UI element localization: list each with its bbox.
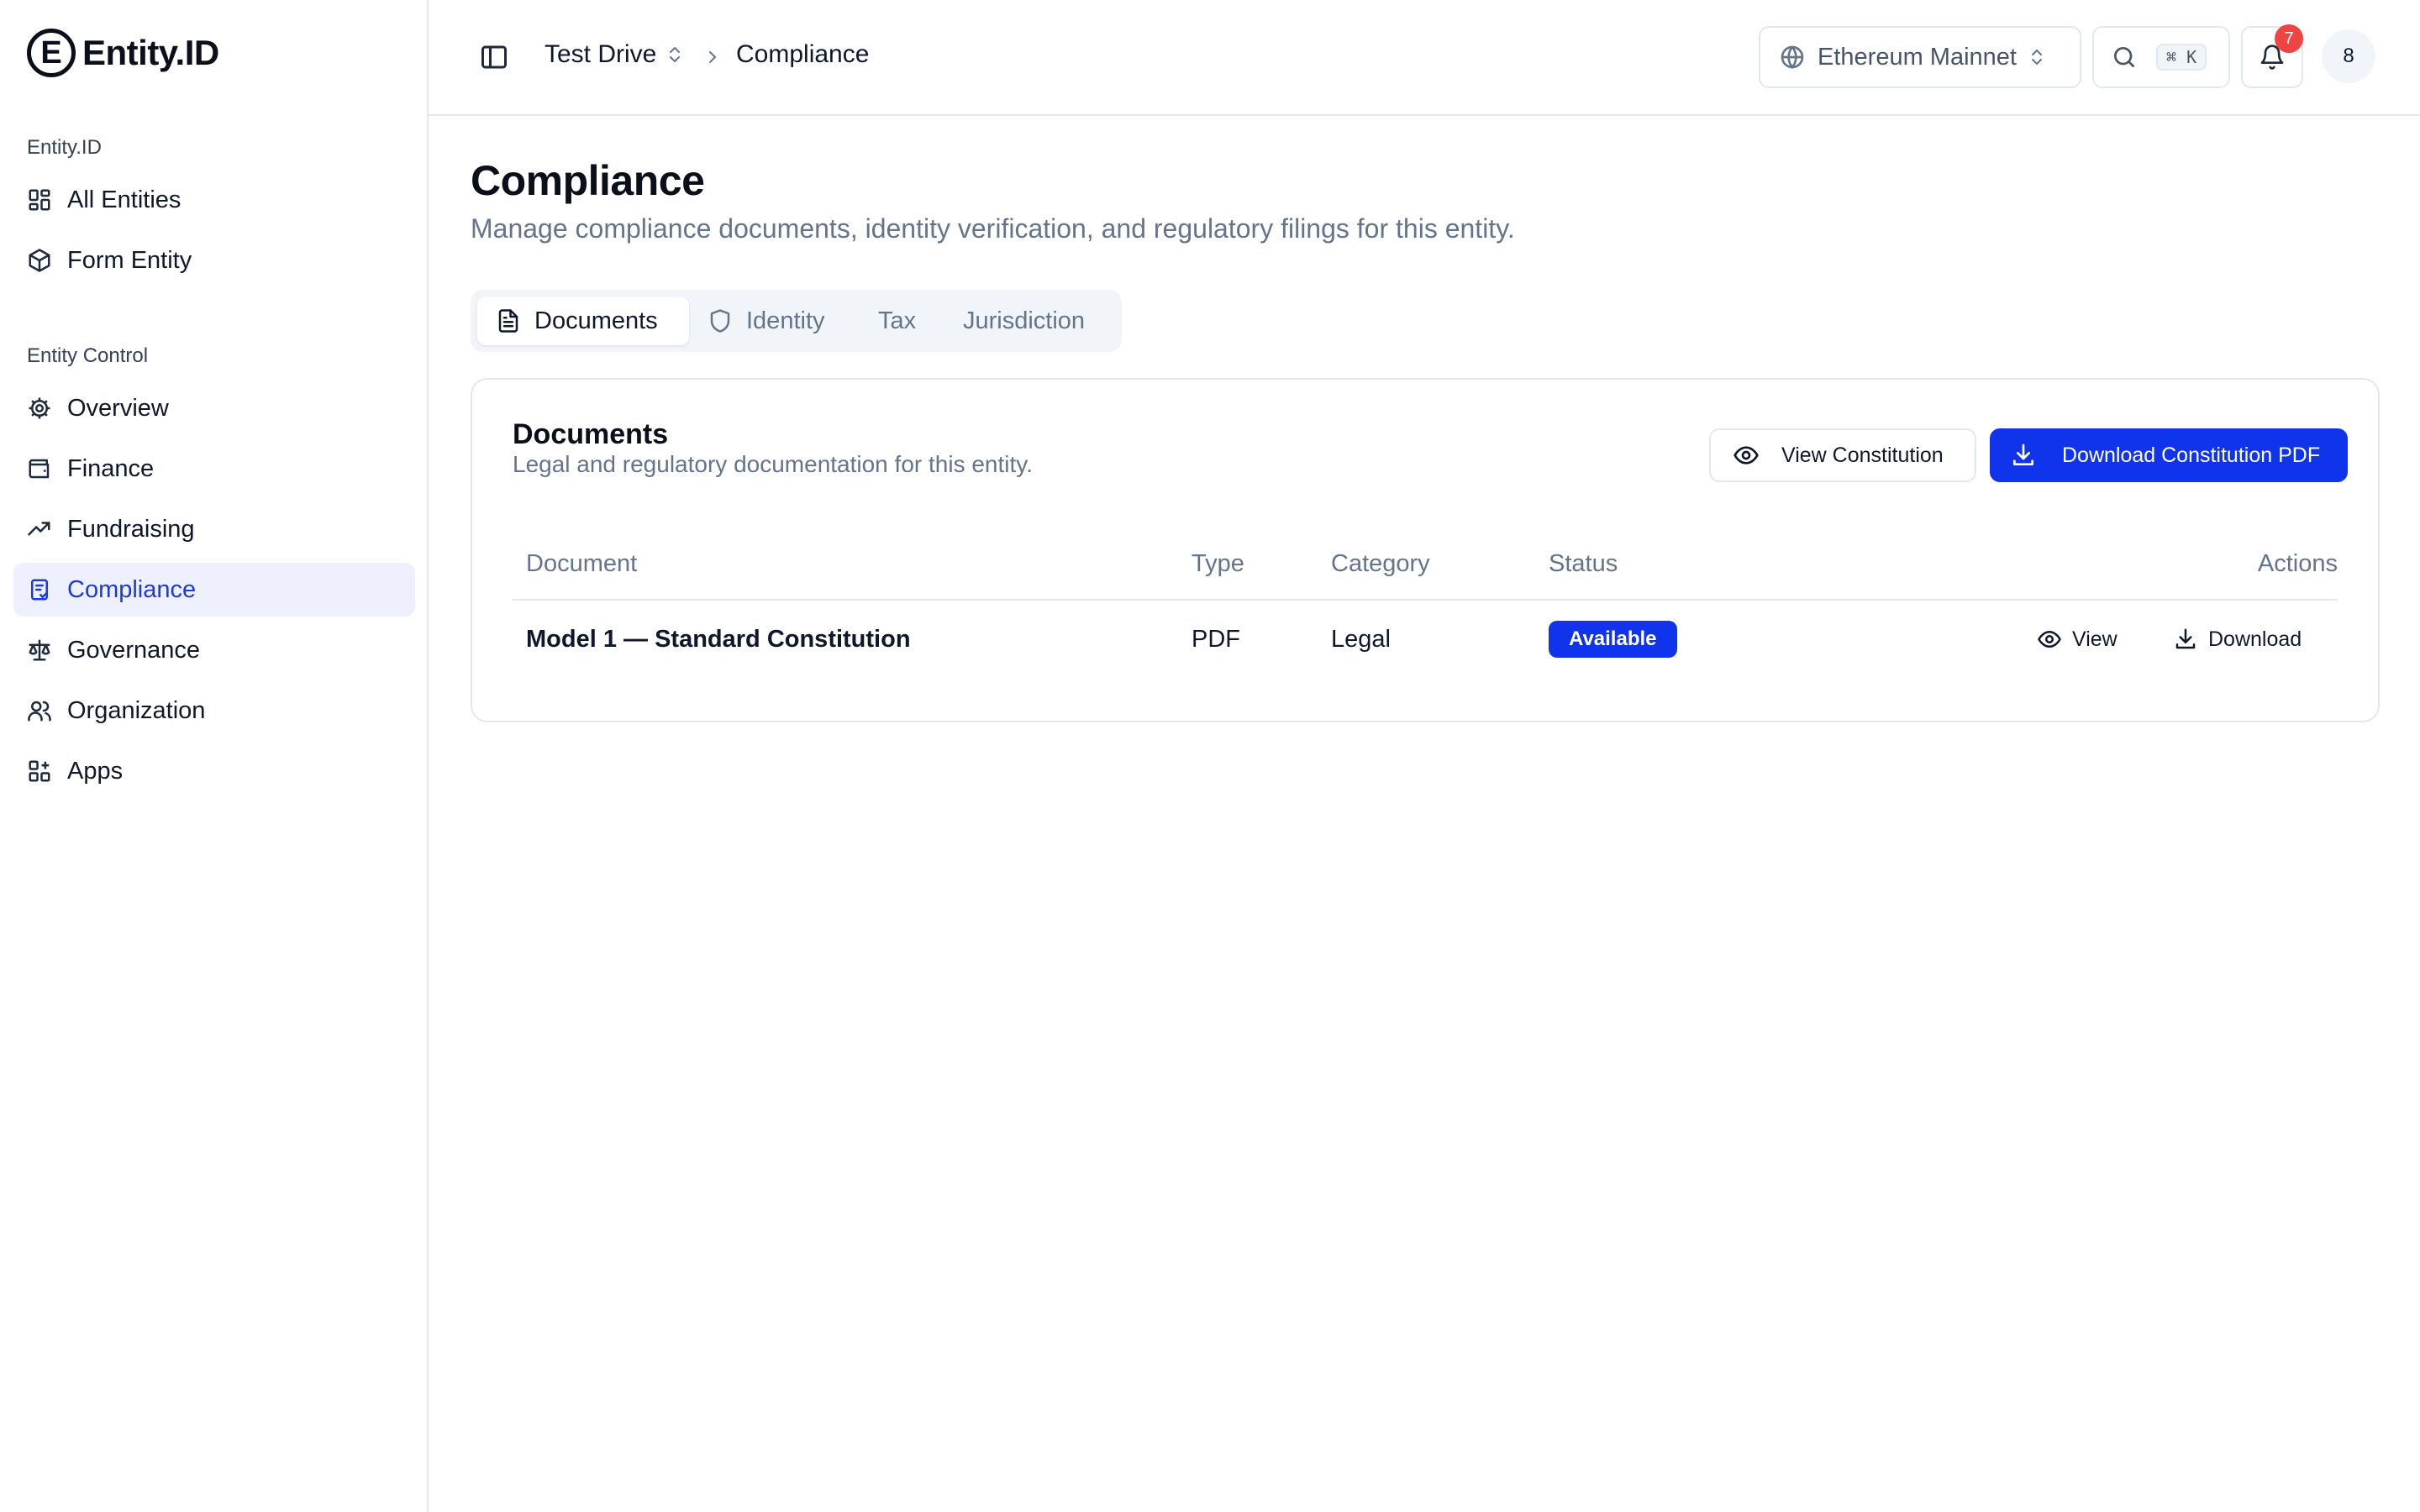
notifications-button[interactable]: 7 bbox=[2241, 24, 2303, 88]
sidebar-nav-entity-id: All Entities Form Entity bbox=[13, 173, 415, 294]
top-bar: Test Drive Compliance Ethereum Mainnet ⌘… bbox=[429, 0, 2420, 116]
download-icon bbox=[2010, 442, 2037, 469]
cube-icon bbox=[27, 248, 52, 273]
button-label: View bbox=[2072, 627, 2118, 651]
table-header-divider bbox=[513, 599, 2338, 601]
row-download-button[interactable]: Download bbox=[2173, 619, 2302, 659]
sidebar-item-fundraising[interactable]: Fundraising bbox=[13, 502, 415, 556]
eye-icon bbox=[2037, 627, 2062, 652]
card-title: Documents bbox=[513, 418, 669, 450]
trending-up-icon bbox=[27, 517, 52, 542]
breadcrumb-entity-label: Test Drive bbox=[544, 40, 657, 68]
documents-card: Documents Legal and regulatory documenta… bbox=[471, 378, 2380, 722]
file-text-icon bbox=[496, 308, 521, 333]
sidebar-item-form-entity[interactable]: Form Entity bbox=[13, 234, 415, 287]
button-label: Download bbox=[2208, 627, 2302, 651]
download-constitution-pdf-button[interactable]: Download Constitution PDF bbox=[1990, 428, 2348, 482]
sidebar-item-organization[interactable]: Organization bbox=[13, 684, 415, 738]
cell-category: Legal bbox=[1331, 626, 1391, 653]
sidebar-item-label: All Entities bbox=[67, 186, 182, 213]
sidebar-nav-entity-control: Overview Finance Fundraising Compliance bbox=[13, 381, 415, 805]
sidebar-item-overview[interactable]: Overview bbox=[13, 381, 415, 435]
column-header-status: Status bbox=[1549, 550, 1618, 577]
app-root: E Entity.ID Entity.ID All Entities Form … bbox=[0, 0, 2420, 1512]
chevron-up-down-icon bbox=[665, 43, 685, 66]
column-header-category: Category bbox=[1331, 550, 1430, 577]
logo-text: Entity.ID bbox=[82, 33, 219, 72]
grid-icon bbox=[27, 187, 52, 213]
breadcrumb-entity-switcher[interactable]: Test Drive bbox=[544, 40, 685, 69]
search-icon bbox=[2111, 44, 2138, 71]
sidebar-item-label: Form Entity bbox=[67, 246, 192, 274]
gear-icon bbox=[27, 396, 52, 421]
main-content: Test Drive Compliance Ethereum Mainnet ⌘… bbox=[429, 0, 2420, 1512]
wallet-icon bbox=[27, 456, 52, 481]
search-button[interactable]: ⌘ K bbox=[2092, 26, 2230, 88]
users-icon bbox=[27, 698, 52, 723]
button-label: Download Constitution PDF bbox=[2062, 443, 2321, 467]
eye-icon bbox=[1733, 442, 1760, 469]
clipboard-check-icon bbox=[27, 577, 52, 602]
tab-tax[interactable]: Tax bbox=[878, 297, 916, 345]
sidebar-item-label: Finance bbox=[67, 454, 155, 482]
tab-label: Documents bbox=[534, 307, 658, 334]
shield-icon bbox=[708, 308, 733, 333]
sidebar-item-label: Overview bbox=[67, 394, 169, 422]
logo[interactable]: E Entity.ID bbox=[27, 29, 219, 77]
tab-label: Tax bbox=[878, 307, 917, 334]
sidebar-item-label: Compliance bbox=[67, 575, 197, 603]
sidebar-item-compliance[interactable]: Compliance bbox=[13, 563, 415, 617]
tab-jurisdiction[interactable]: Jurisdiction bbox=[963, 297, 1085, 345]
sidebar-item-finance[interactable]: Finance bbox=[13, 442, 415, 496]
sidebar-item-apps[interactable]: Apps bbox=[13, 744, 415, 798]
chevron-up-down-icon bbox=[2027, 45, 2047, 69]
network-label: Ethereum Mainnet bbox=[1818, 43, 2017, 71]
sidebar-item-label: Governance bbox=[67, 636, 200, 664]
column-header-actions: Actions bbox=[2257, 550, 2338, 577]
tab-identity[interactable]: Identity bbox=[708, 297, 825, 345]
view-constitution-button[interactable]: View Constitution bbox=[1709, 428, 1976, 482]
chevron-right-icon bbox=[702, 47, 723, 67]
notification-count-badge: 7 bbox=[2275, 24, 2303, 53]
sidebar-item-label: Apps bbox=[67, 757, 124, 785]
sidebar-toggle-icon[interactable] bbox=[479, 42, 509, 72]
sidebar-item-all-entities[interactable]: All Entities bbox=[13, 173, 415, 227]
avatar[interactable]: 8 bbox=[2322, 29, 2375, 83]
sidebar-item-label: Organization bbox=[67, 696, 206, 724]
apps-icon bbox=[27, 759, 52, 784]
button-label: View Constitution bbox=[1781, 443, 1944, 467]
card-subtitle: Legal and regulatory documentation for t… bbox=[513, 451, 1033, 477]
row-view-button[interactable]: View bbox=[2037, 619, 2118, 659]
page-subtitle: Manage compliance documents, identity ve… bbox=[471, 213, 1515, 244]
tab-label: Jurisdiction bbox=[963, 307, 1086, 334]
tab-documents[interactable]: Documents bbox=[477, 297, 689, 345]
download-icon bbox=[2173, 627, 2198, 652]
tab-label: Identity bbox=[746, 307, 825, 334]
sidebar: E Entity.ID Entity.ID All Entities Form … bbox=[0, 0, 429, 1512]
cell-document-name: Model 1 — Standard Constitution bbox=[526, 626, 911, 653]
sidebar-group-label-entity-control: Entity Control bbox=[27, 344, 149, 367]
network-selector[interactable]: Ethereum Mainnet bbox=[1759, 26, 2081, 88]
cell-type: PDF bbox=[1192, 626, 1240, 653]
breadcrumb-current-page: Compliance bbox=[736, 40, 870, 68]
column-header-type: Type bbox=[1192, 550, 1244, 577]
scale-icon bbox=[27, 638, 52, 663]
globe-icon bbox=[1779, 44, 1806, 71]
sidebar-item-label: Fundraising bbox=[67, 515, 195, 543]
logo-mark: E bbox=[27, 29, 76, 77]
status-badge: Available bbox=[1549, 621, 1677, 658]
column-header-document: Document bbox=[526, 550, 638, 577]
sidebar-item-governance[interactable]: Governance bbox=[13, 623, 415, 677]
search-shortcut: ⌘ K bbox=[2156, 44, 2207, 71]
tab-list: Documents Identity Tax Jurisdiction bbox=[471, 290, 1122, 352]
page-title: Compliance bbox=[471, 157, 705, 204]
sidebar-group-label-entity-id: Entity.ID bbox=[27, 136, 102, 159]
